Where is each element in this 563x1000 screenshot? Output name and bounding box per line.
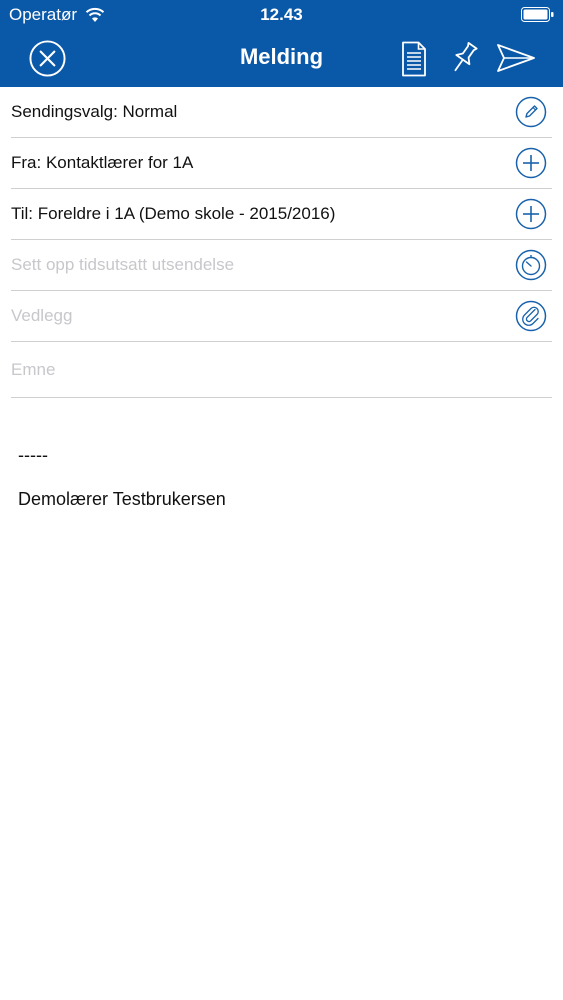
send-button[interactable]: [496, 42, 536, 74]
from-label: Fra: Kontaktlærer for 1A: [11, 153, 194, 172]
to-label: Til: Foreldre i 1A (Demo skole - 2015/20…: [11, 204, 336, 223]
pin-button[interactable]: [446, 40, 482, 76]
nav-bar: Melding: [0, 30, 563, 87]
attach-button[interactable]: [515, 300, 547, 332]
pin-icon: [454, 41, 478, 72]
plus-circle-icon: [515, 198, 547, 230]
add-sender-button[interactable]: [515, 147, 547, 179]
attachment-row[interactable]: Vedlegg: [11, 291, 552, 342]
schedule-row[interactable]: Sett opp tidsutsatt utsendelse: [11, 240, 552, 291]
status-bar: Operatør 12.43: [0, 0, 563, 30]
pencil-circle-icon: [515, 96, 547, 128]
paperclip-icon: [515, 300, 547, 332]
document-icon: [402, 41, 426, 77]
to-row[interactable]: Til: Foreldre i 1A (Demo skole - 2015/20…: [11, 189, 552, 240]
subject-input[interactable]: Emne: [11, 360, 55, 380]
attachment-placeholder: Vedlegg: [11, 306, 73, 325]
sending-option-row[interactable]: Sendingsvalg: Normal: [11, 87, 552, 138]
status-time: 12.43: [260, 5, 303, 24]
sending-option-label: Sendingsvalg: Normal: [11, 102, 178, 121]
header: Operatør 12.43 Melding: [0, 0, 563, 87]
document-button[interactable]: [398, 41, 430, 77]
schedule-button[interactable]: [515, 249, 547, 281]
signature-separator: -----: [18, 445, 48, 465]
message-body[interactable]: ----- Demolærer Testbrukersen: [18, 445, 226, 510]
timer-icon: [515, 249, 547, 281]
battery-icon: [521, 7, 554, 22]
plus-circle-icon: [515, 147, 547, 179]
schedule-placeholder: Sett opp tidsutsatt utsendelse: [11, 255, 235, 274]
edit-sending-option-button[interactable]: [515, 96, 547, 128]
add-recipient-button[interactable]: [515, 198, 547, 230]
from-row[interactable]: Fra: Kontaktlærer for 1A: [11, 138, 552, 189]
subject-row[interactable]: Emne: [11, 342, 552, 398]
signature-text: Demolærer Testbrukersen: [18, 489, 226, 509]
send-icon: [497, 44, 535, 72]
message-form: Sendingsvalg: Normal Fra: Kontaktlærer f…: [0, 87, 563, 398]
